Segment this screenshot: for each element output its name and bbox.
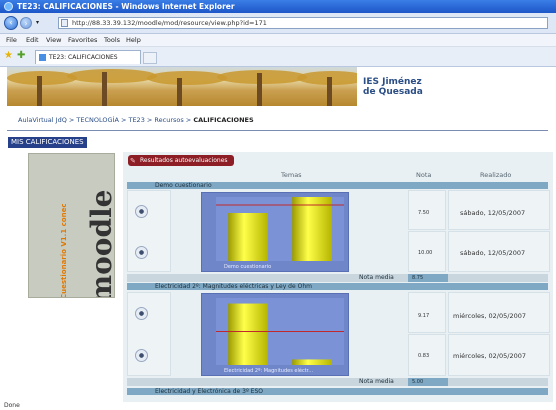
breadcrumb: AulaVirtual JdQ > TECNOLOGÍA > TE23 > Re… — [18, 116, 254, 124]
attempt-score: 9.17 — [418, 313, 430, 319]
chart-bar — [228, 303, 268, 365]
attempt-score: 0.83 — [418, 353, 430, 359]
banner-image — [7, 67, 357, 106]
menu-file[interactable]: File — [6, 34, 17, 46]
attempt-date: sábado, 12/05/2007 — [460, 249, 526, 257]
address-url: http://88.33.39.132/moodle/mod/resource/… — [72, 19, 267, 27]
window-title: TE23: CALIFICACIONES - Windows Internet … — [17, 2, 235, 11]
sidebar-caption: Cuestionario V1.1 conec — [60, 203, 68, 298]
column-realizado: Realizado — [480, 171, 512, 179]
view-attempt-icon[interactable] — [135, 205, 148, 218]
score-chart: Demo cuestionario — [201, 192, 349, 272]
menu-bar: File Edit View Favorites Tools Help — [0, 34, 556, 47]
results-panel: ✎ Resultados autoevaluaciones Temas Nota… — [123, 152, 553, 402]
chart-bar — [228, 213, 268, 261]
group-title: Demo cuestionario — [127, 182, 548, 189]
average-label: Nota media — [359, 274, 394, 281]
chart-bar — [292, 197, 332, 261]
divider — [7, 130, 548, 131]
average-value: 8.75 — [408, 274, 448, 282]
chart-caption: Demo cuestionario — [224, 264, 271, 270]
eye-cell — [127, 292, 171, 376]
column-nota: Nota — [416, 171, 432, 179]
school-name: IES Jiménez de Quesada — [363, 77, 423, 97]
view-attempt-icon[interactable] — [135, 307, 148, 320]
average-value: 5.00 — [408, 378, 448, 386]
score-chart-svg: Demo cuestionario — [216, 197, 344, 270]
average-label: Nota media — [359, 378, 394, 385]
moodle-logo: Cuestionario V1.1 conec moodle — [28, 153, 115, 298]
page-icon — [61, 19, 68, 27]
page-title: MIS CALIFICACIONES — [8, 137, 87, 148]
favorites-star-icon[interactable]: ★ — [4, 51, 13, 61]
recent-pages-dropdown[interactable]: ▾ — [36, 19, 39, 26]
tab-bar: ★ ✚ TE23: CALIFICACIONES — [0, 47, 556, 67]
group-title: Electricidad y Electrónica de 3º ESO — [127, 388, 548, 395]
back-button[interactable]: ‹ — [4, 16, 18, 30]
ie-icon — [4, 2, 13, 11]
pencil-icon: ✎ — [130, 157, 136, 165]
group-title: Electricidad 2º: Magnitudes eléctricas y… — [127, 283, 548, 290]
new-tab-button[interactable] — [143, 52, 157, 64]
view-attempt-icon[interactable] — [135, 246, 148, 259]
average-row: Nota media 5.00 — [127, 378, 548, 386]
attempt-date: miércoles, 02/05/2007 — [453, 352, 527, 360]
eye-cell — [127, 190, 171, 272]
breadcrumb-current: CALIFICACIONES — [193, 116, 254, 124]
favicon-icon — [39, 54, 46, 61]
score-chart-svg: Electricidad 2º: Magnitudes eléctr... — [216, 298, 344, 374]
tab-calificaciones[interactable]: TE23: CALIFICACIONES — [35, 50, 141, 64]
attempt-date: miércoles, 02/05/2007 — [453, 312, 527, 320]
address-toolbar: ‹ › ▾ http://88.33.39.132/moodle/mod/res… — [0, 13, 556, 34]
attempt-date: sábado, 12/05/2007 — [460, 209, 526, 217]
average-row: Nota media 8.75 — [127, 274, 548, 282]
add-favorite-icon[interactable]: ✚ — [17, 51, 25, 61]
column-temas: Temas — [281, 171, 302, 179]
score-chart: Electricidad 2º: Magnitudes eléctr... — [201, 293, 349, 376]
menu-view[interactable]: View — [46, 34, 61, 46]
address-field[interactable]: http://88.33.39.132/moodle/mod/resource/… — [58, 17, 548, 29]
menu-edit[interactable]: Edit — [26, 34, 39, 46]
status-bar: Done — [4, 402, 20, 409]
breadcrumb-path[interactable]: AulaVirtual JdQ > TECNOLOGÍA > TE23 > Re… — [18, 116, 193, 124]
forward-button[interactable]: › — [20, 17, 32, 29]
moodle-wordmark: moodle — [85, 189, 115, 298]
menu-help[interactable]: Help — [126, 34, 141, 46]
menu-tools[interactable]: Tools — [104, 34, 120, 46]
tab-title: TE23: CALIFICACIONES — [49, 54, 118, 61]
menu-favorites[interactable]: Favorites — [68, 34, 97, 46]
site-banner: IES Jiménez de Quesada — [7, 67, 548, 106]
chart-bar — [292, 359, 332, 365]
window-titlebar: TE23: CALIFICACIONES - Windows Internet … — [0, 0, 556, 13]
view-attempt-icon[interactable] — [135, 349, 148, 362]
chart-caption: Electricidad 2º: Magnitudes eléctr... — [224, 367, 313, 374]
results-header: ✎ Resultados autoevaluaciones — [128, 155, 234, 166]
attempt-score: 7.50 — [418, 210, 430, 216]
attempt-score: 10.00 — [418, 250, 433, 256]
